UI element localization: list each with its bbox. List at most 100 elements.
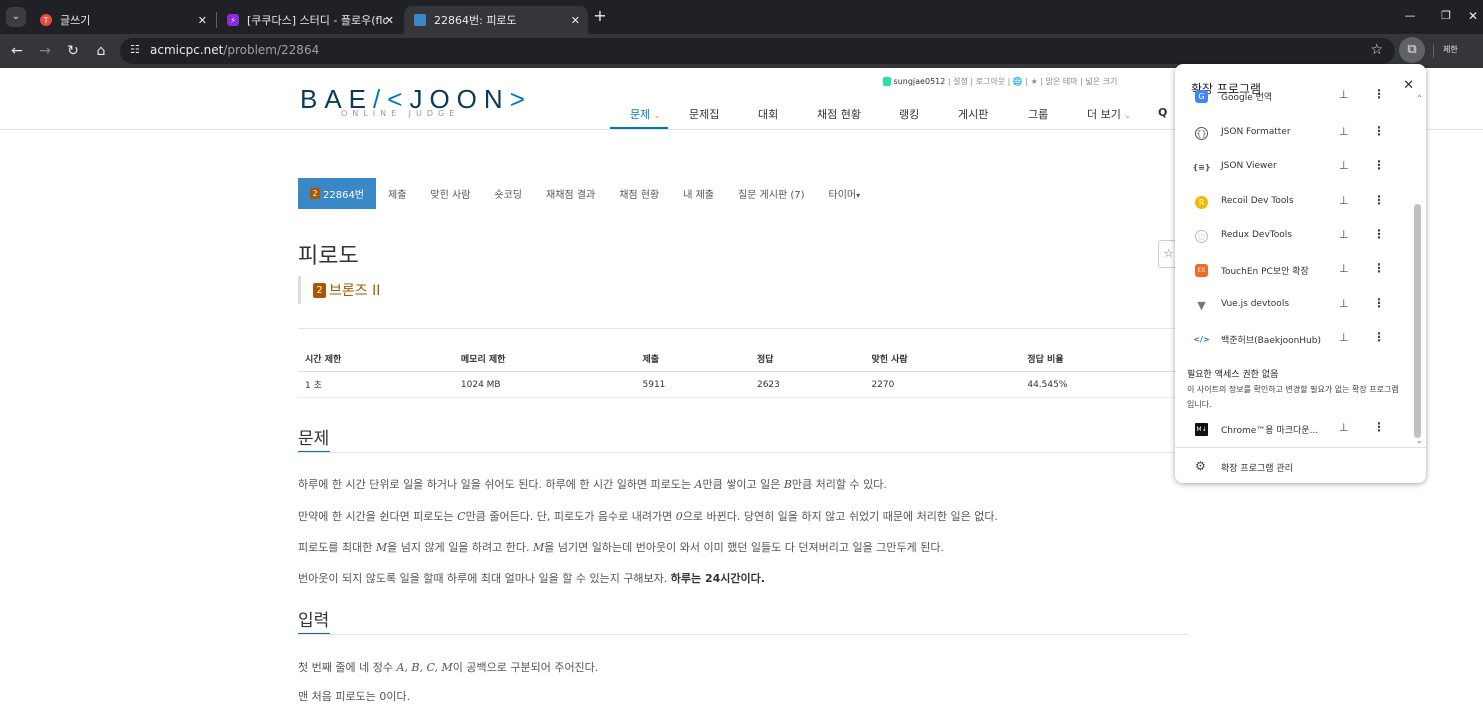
profile-button[interactable]: 제한 — [1443, 44, 1458, 55]
extension-item-recoil-dev-tools[interactable]: R Recoil Dev Tools ⊥ ⋮ — [1175, 185, 1415, 219]
popup-divider — [1175, 447, 1426, 448]
reload-icon[interactable]: ↻ — [63, 41, 83, 61]
username-link[interactable]: sungjae0512 — [894, 77, 946, 86]
globe-icon[interactable]: 🌐 — [1013, 77, 1023, 86]
settings-link[interactable]: 설정 — [953, 77, 968, 86]
star-icon[interactable]: ★ — [1031, 77, 1038, 86]
pin-icon[interactable]: ⊥ — [1339, 88, 1349, 101]
more-options-icon[interactable]: ⋮ — [1373, 158, 1385, 172]
forward-arrow-icon[interactable]: → — [35, 41, 55, 61]
pin-icon[interactable]: ⊥ — [1339, 331, 1349, 344]
browser-toolbar: ← → ↻ ⌂ ☷ acmicpc.net/problem/22864 ☆ ⧉ … — [0, 34, 1483, 68]
menu-workbook[interactable]: 문제집 — [689, 106, 719, 122]
scrollbar-thumb[interactable] — [1414, 204, 1421, 438]
header-memory-limit: 메모리 제한 — [453, 346, 636, 372]
extension-name: Chrome™용 마크다운... — [1221, 426, 1319, 436]
extension-item-baekjoonhub[interactable]: </> 백준허브(BaekjoonHub) ⊥ ⋮ — [1175, 322, 1415, 356]
user-top-links: sungjae0512 | 설정 | 로그아웃 | 🌐 | ★ | 밝은 테마 … — [883, 76, 1117, 87]
pin-icon[interactable]: ⊥ — [1339, 262, 1349, 275]
tab-judge-status[interactable]: 채점 현황 — [607, 186, 671, 201]
menu-ranking[interactable]: 랭킹 — [899, 106, 919, 122]
lightning-icon: ⚡ — [227, 14, 239, 26]
table-row: 1 초 1024 MB 5911 2623 2270 44.545% — [298, 371, 1188, 398]
search-icon[interactable]: Q — [1158, 106, 1167, 119]
cell-solved-users: 2270 — [864, 371, 1021, 398]
menu-problems[interactable]: 문제 ⌄ — [630, 106, 660, 122]
translate-icon: G — [1195, 90, 1208, 103]
address-bar[interactable]: ☷ acmicpc.net/problem/22864 ☆ — [120, 38, 1395, 64]
site-info-icon[interactable]: ☷ — [130, 43, 140, 56]
extension-name: JSON Formatter — [1221, 127, 1291, 137]
scroll-up-icon: ⌃ — [1416, 94, 1423, 103]
restore-icon[interactable]: ❐ — [1436, 6, 1456, 26]
tab-title: 글쓰기 — [60, 14, 91, 27]
pin-icon[interactable]: ⊥ — [1339, 228, 1349, 241]
more-options-icon[interactable]: ⋮ — [1373, 124, 1385, 138]
menu-more[interactable]: 더 보기 ⌄ — [1087, 106, 1131, 122]
more-options-icon[interactable]: ⋮ — [1373, 87, 1385, 101]
no-access-heading: 필요한 액세스 권한 없음 — [1187, 370, 1279, 380]
extension-item-google-translate[interactable]: G Google 번역 ⊥ ⋮ — [1175, 84, 1415, 108]
browser-tab-3-active[interactable]: 22864번: 피로도 ✕ — [404, 6, 588, 34]
tab-short-coding[interactable]: 숏코딩 — [482, 186, 534, 201]
brackets-icon: {≡} — [1192, 163, 1211, 172]
section-title-problem: 문제 — [298, 429, 330, 449]
new-tab-plus-icon[interactable]: + — [590, 6, 610, 26]
wide-size-link[interactable]: 넓은 크기 — [1085, 77, 1117, 86]
tab-rejudge-results[interactable]: 재채점 결과 — [534, 186, 607, 201]
menu-status[interactable]: 채점 현황 — [817, 106, 861, 122]
extension-item-touchen[interactable]: EX TouchEn PC보안 확장 ⊥ ⋮ — [1175, 253, 1415, 287]
menu-contest[interactable]: 대회 — [758, 106, 778, 122]
extension-item-markdown[interactable]: M↓ Chrome™용 마크다운... ⊥ ⋮ — [1175, 412, 1415, 446]
divider — [298, 634, 1188, 635]
pin-icon[interactable]: ⊥ — [1339, 194, 1349, 207]
baekjoonhub-icon: </> — [1193, 335, 1210, 344]
pin-icon[interactable]: ⊥ — [1339, 125, 1349, 138]
tab-my-submissions[interactable]: 내 제출 — [671, 186, 726, 201]
extension-item-redux-devtools[interactable]: ◌ Redux DevTools ⊥ ⋮ — [1175, 219, 1415, 253]
more-options-icon[interactable]: ⋮ — [1373, 420, 1385, 434]
manage-extensions-button[interactable]: ⚙ 확장 프로그램 관리 — [1175, 452, 1426, 482]
bronze-tier-icon: 2 — [310, 188, 320, 199]
extension-name: 백준허브(BaekjoonHub) — [1221, 336, 1321, 346]
pin-icon[interactable]: ⊥ — [1339, 159, 1349, 172]
extension-item-json-formatter[interactable]: {} JSON Formatter ⊥ ⋮ — [1175, 116, 1415, 150]
more-options-icon[interactable]: ⋮ — [1373, 261, 1385, 275]
browser-tab-2[interactable]: ⚡ [쿠쿠다스] 스터디 - 플로우(flow) ✕ — [217, 6, 402, 34]
more-options-icon[interactable]: ⋮ — [1373, 193, 1385, 207]
extensions-puzzle-icon[interactable]: ⧉ — [1399, 37, 1425, 63]
minimize-icon[interactable]: — — [1400, 6, 1420, 26]
extension-item-json-viewer[interactable]: {≡} JSON Viewer ⊥ ⋮ — [1175, 150, 1415, 184]
menu-board[interactable]: 게시판 — [958, 106, 988, 122]
close-tab-icon[interactable]: ✕ — [571, 14, 580, 27]
extension-name: TouchEn PC보안 확장 — [1221, 267, 1309, 277]
tab-qna-board[interactable]: 질문 게시판 (7) — [726, 186, 817, 201]
window-close-icon[interactable]: ✕ — [1463, 6, 1483, 26]
light-theme-link[interactable]: 밝은 테마 — [1046, 77, 1078, 86]
extensions-popup: 확장 프로그램 ✕ ⌃ ⌄ G Google 번역 ⊥ ⋮ {} JSON Fo… — [1175, 64, 1426, 483]
pin-icon[interactable]: ⊥ — [1339, 297, 1349, 310]
bronze-tier-icon: 2 — [313, 282, 326, 298]
more-options-icon[interactable]: ⋮ — [1373, 330, 1385, 344]
browser-tab-1[interactable]: T 글쓰기 ✕ — [30, 6, 215, 34]
tab-timer[interactable]: 타이머▾ — [817, 186, 873, 201]
redux-icon: ◌ — [1195, 230, 1208, 243]
bookmark-star-icon[interactable]: ☆ — [1370, 42, 1383, 58]
problem-desc-1: 하루에 한 시간 단위로 일을 하거나 일을 쉬어도 된다. 하루에 한 시간 … — [298, 478, 887, 491]
pin-icon[interactable]: ⊥ — [1339, 421, 1349, 434]
more-options-icon[interactable]: ⋮ — [1373, 296, 1385, 310]
more-options-icon[interactable]: ⋮ — [1373, 227, 1385, 241]
tab-search-chevron-icon[interactable]: ⌄ — [6, 7, 26, 27]
tab-problem-number[interactable]: 2 22864번 — [298, 178, 377, 209]
no-access-description: 이 사이트의 정보를 확인하고 변경할 필요가 없는 확장 프로그램입니다. — [1187, 385, 1399, 409]
logout-link[interactable]: 로그아웃 — [976, 77, 1005, 86]
back-arrow-icon[interactable]: ← — [7, 41, 27, 61]
tab-submit[interactable]: 제출 — [376, 186, 418, 201]
tab-solved-users[interactable]: 맞힌 사람 — [418, 186, 482, 201]
close-tab-icon[interactable]: ✕ — [198, 14, 207, 27]
menu-group[interactable]: 그룹 — [1028, 106, 1048, 122]
extension-item-vue-devtools[interactable]: ▼ Vue.js devtools ⊥ ⋮ — [1175, 288, 1415, 322]
extension-name: JSON Viewer — [1221, 161, 1277, 171]
home-icon[interactable]: ⌂ — [91, 41, 111, 61]
close-tab-icon[interactable]: ✕ — [385, 14, 394, 27]
